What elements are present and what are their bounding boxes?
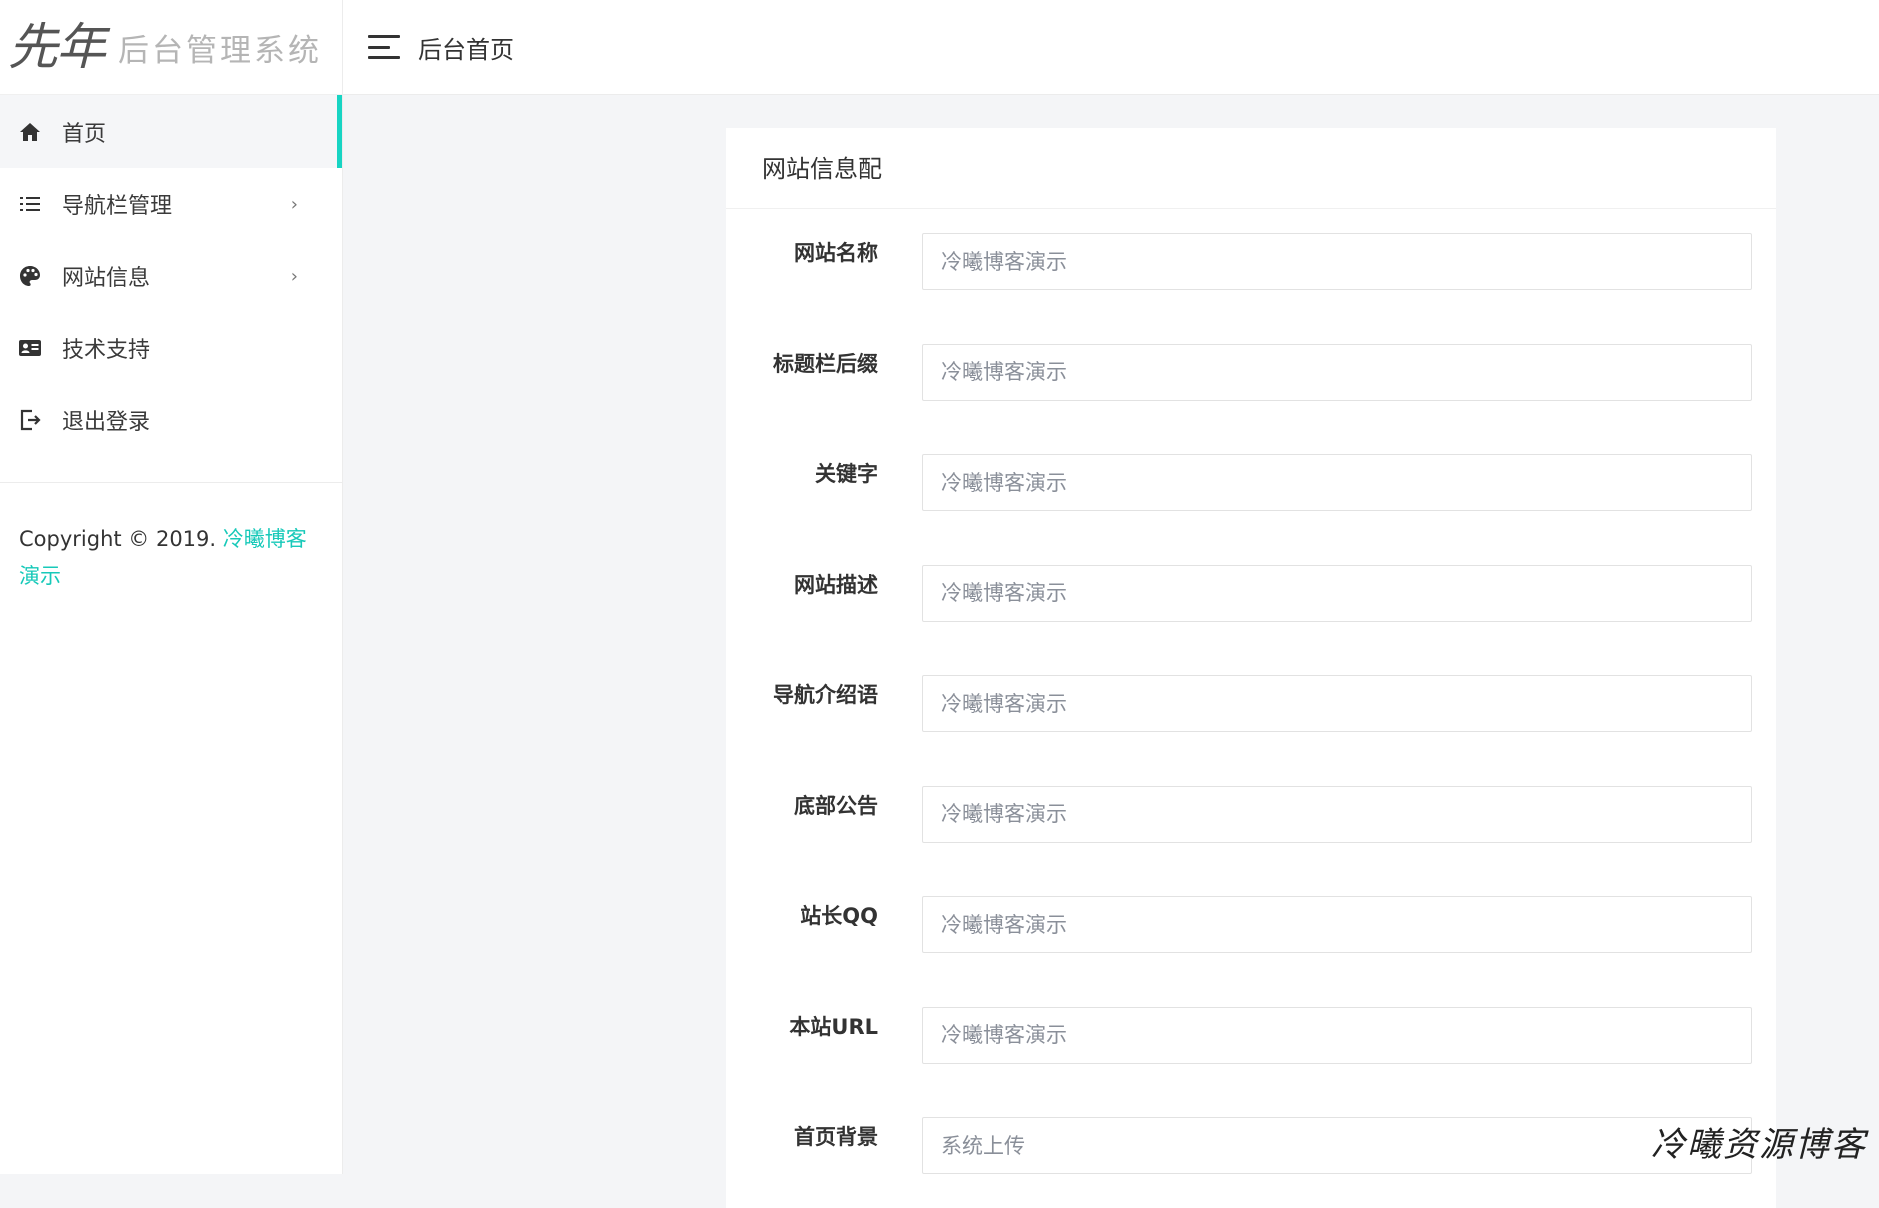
sidebar-item-label: 导航栏管理 bbox=[62, 194, 173, 219]
admin-qq-input[interactable] bbox=[922, 896, 1752, 953]
site-info-form: 网站信息配 网站名称 标题栏后缀 关键字 网站描述 导航介绍语 底部公告 站长Q… bbox=[726, 128, 1776, 1208]
chevron-right-icon: › bbox=[290, 193, 298, 215]
sidebar-item-nav-manage[interactable]: 导航栏管理 › bbox=[0, 168, 342, 240]
description-input[interactable] bbox=[922, 564, 1752, 622]
menu-toggle-icon[interactable] bbox=[368, 35, 400, 59]
brand-logo: 先年 bbox=[8, 18, 106, 76]
sidebar-item-site-info[interactable]: 网站信息 › bbox=[0, 240, 342, 312]
id-card-icon bbox=[16, 334, 44, 362]
brand-name: 后台管理系统 bbox=[118, 32, 322, 69]
logout-icon bbox=[16, 406, 44, 434]
sidebar-item-label: 退出登录 bbox=[62, 410, 151, 435]
form-row-site-url: 本站URL bbox=[726, 983, 1776, 1094]
copyright-text: Copyright © 2019. bbox=[19, 527, 217, 551]
field-label: 导航介绍语 bbox=[773, 683, 878, 707]
title-suffix-input[interactable] bbox=[922, 343, 1752, 401]
home-background-input[interactable] bbox=[922, 1117, 1752, 1174]
form-title: 网站信息配 bbox=[726, 128, 1776, 209]
field-label: 网站名称 bbox=[794, 241, 878, 265]
field-label: 本站URL bbox=[789, 1014, 878, 1039]
form-row-admin-qq: 站长QQ bbox=[726, 872, 1776, 983]
palette-icon bbox=[16, 262, 44, 290]
form-row-title-suffix: 标题栏后缀 bbox=[726, 320, 1776, 431]
form-row-nav-intro: 导航介绍语 bbox=[726, 651, 1776, 762]
sidebar-item-home[interactable]: 首页 bbox=[0, 95, 342, 168]
keywords-input[interactable] bbox=[922, 454, 1752, 511]
page-title: 后台首页 bbox=[418, 35, 514, 64]
sidebar-item-support[interactable]: 技术支持 bbox=[0, 312, 342, 384]
form-row-home-background: 首页背景 bbox=[726, 1093, 1776, 1204]
field-label: 底部公告 bbox=[794, 793, 878, 818]
field-label: 站长QQ bbox=[800, 904, 878, 928]
field-label: 网站描述 bbox=[794, 572, 878, 597]
nav-intro-input[interactable] bbox=[922, 675, 1752, 732]
watermark: 冷曦资源博客 bbox=[1651, 1125, 1867, 1165]
field-label: 首页背景 bbox=[794, 1125, 878, 1149]
form-row-footer-notice: 底部公告 bbox=[726, 762, 1776, 873]
form-row-description: 网站描述 bbox=[726, 541, 1776, 652]
sidebar-item-label: 首页 bbox=[62, 121, 107, 147]
chevron-right-icon: › bbox=[290, 265, 298, 287]
sidebar: 先年 后台管理系统 首页 导航栏管理 › 网站信息 › 技术支持 退出登录 Co… bbox=[0, 0, 343, 1174]
field-label: 标题栏后缀 bbox=[773, 351, 878, 376]
site-name-input[interactable] bbox=[922, 233, 1752, 290]
sidebar-item-label: 技术支持 bbox=[62, 338, 151, 363]
list-icon bbox=[16, 190, 44, 218]
brand: 先年 后台管理系统 bbox=[0, 0, 342, 95]
form-row-keywords: 关键字 bbox=[726, 430, 1776, 541]
sidebar-menu: 首页 导航栏管理 › 网站信息 › 技术支持 退出登录 bbox=[0, 95, 342, 456]
copyright: Copyright © 2019. 冷曦博客演示 bbox=[0, 483, 342, 595]
top-header: 后台首页 bbox=[343, 0, 1879, 95]
form-row-site-name: 网站名称 bbox=[726, 209, 1776, 320]
sidebar-item-logout[interactable]: 退出登录 bbox=[0, 384, 342, 456]
site-url-input[interactable] bbox=[922, 1006, 1752, 1064]
field-label: 关键字 bbox=[815, 462, 878, 486]
footer-notice-input[interactable] bbox=[922, 785, 1752, 843]
sidebar-item-label: 网站信息 bbox=[62, 266, 151, 291]
home-icon bbox=[16, 118, 44, 146]
